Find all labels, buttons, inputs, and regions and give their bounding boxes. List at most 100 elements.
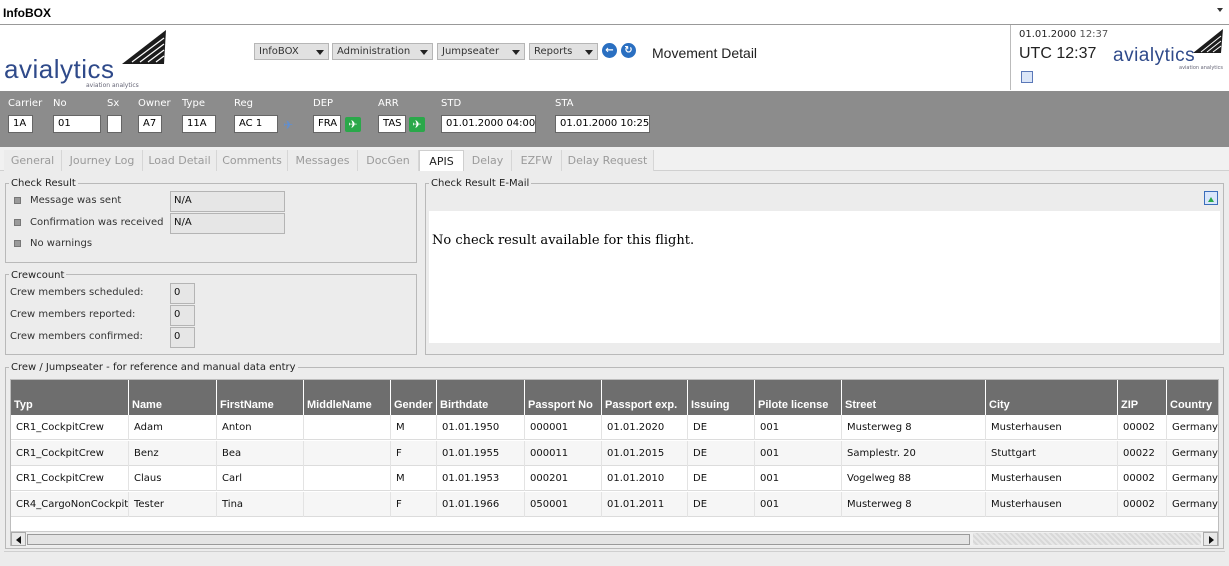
cell-pilote-license[interactable]: 001 [755,491,842,517]
cell-zip[interactable]: 00002 [1118,491,1167,517]
cell-country[interactable]: Germany [1167,415,1218,440]
sta-field[interactable]: 01.01.2000 10:25 [555,115,650,133]
cell-firstname[interactable]: Anton [217,415,304,440]
cell-pilote-license[interactable]: 001 [755,466,842,491]
reg-field[interactable]: AC 1 [234,115,278,133]
cell-issuing[interactable]: DE [688,491,755,517]
cell-issuing[interactable]: DE [688,466,755,491]
col-pilote-license[interactable]: Pilote license [755,380,842,415]
scroll-right-icon[interactable] [1203,532,1218,546]
cell-country[interactable]: Germany [1167,466,1218,491]
cell-zip[interactable]: 00002 [1118,466,1167,491]
arr-field[interactable]: TAS [378,115,406,133]
menu-administration[interactable]: Administration [332,43,433,60]
menu-infobox[interactable]: InfoBOX [254,43,329,60]
cell-birthdate[interactable]: 01.01.1950 [437,415,525,440]
cell-name[interactable]: Adam [129,415,217,440]
tab-ezfw[interactable]: EZFW [512,150,562,171]
cell-passport-exp[interactable]: 01.01.2010 [602,466,688,491]
cell-passport-exp[interactable]: 01.01.2011 [602,491,688,517]
tab-load-detail[interactable]: Load Detail [143,150,217,171]
table-row[interactable]: CR1_CockpitCrew Adam Anton M 01.01.1950 00000… [11,415,1218,440]
cell-firstname[interactable]: Carl [217,466,304,491]
cell-name[interactable]: Benz [129,440,217,466]
cell-zip[interactable]: 00022 [1118,440,1167,466]
cell-city[interactable]: Musterhausen [986,415,1118,440]
tab-delay-request[interactable]: Delay Request [562,150,654,171]
cell-birthdate[interactable]: 01.01.1966 [437,491,525,517]
col-zip[interactable]: ZIP [1118,380,1167,415]
col-country[interactable]: Country [1167,380,1218,415]
cell-pilote-license[interactable]: 001 [755,415,842,440]
menu-reports[interactable]: Reports [529,43,598,60]
aircraft-icon[interactable]: ✈ [283,118,293,132]
cell-passport-exp[interactable]: 01.01.2015 [602,440,688,466]
cell-birthdate[interactable]: 01.01.1955 [437,440,525,466]
cell-city[interactable]: Musterhausen [986,491,1118,517]
arrival-plane-icon[interactable]: ✈ [409,117,425,132]
cell-birthdate[interactable]: 01.01.1953 [437,466,525,491]
cell-city[interactable]: Musterhausen [986,466,1118,491]
cell-typ[interactable]: CR1_CockpitCrew [11,440,129,466]
crew-table-horizontal-scrollbar[interactable] [11,531,1218,546]
cell-street[interactable]: Samplestr. 20 [842,440,986,466]
tab-comments[interactable]: Comments [217,150,288,171]
col-passport-exp[interactable]: Passport exp. [602,380,688,415]
std-field[interactable]: 01.01.2000 04:00 [441,115,536,133]
cell-gender[interactable]: M [391,466,437,491]
table-row[interactable]: CR1_CockpitCrew Claus Carl M 01.01.1953 00020… [11,466,1218,491]
departure-plane-icon[interactable]: ✈ [345,117,361,132]
cell-street[interactable]: Vogelweg 88 [842,466,986,491]
cell-typ[interactable]: CR1_CockpitCrew [11,466,129,491]
col-gender[interactable]: Gender [391,380,437,415]
type-field[interactable]: 11A [182,115,216,133]
cell-street[interactable]: Musterweg 8 [842,491,986,517]
cell-issuing[interactable]: DE [688,415,755,440]
export-icon[interactable] [1204,191,1218,205]
cell-pilote-license[interactable]: 001 [755,440,842,466]
cell-gender[interactable]: F [391,440,437,466]
scrollbar-thumb[interactable] [27,534,970,545]
dep-field[interactable]: FRA [313,115,341,133]
cell-name[interactable]: Tester [129,491,217,517]
tab-apis[interactable]: APIS [419,150,464,171]
col-name[interactable]: Name [129,380,217,415]
cell-passport-no[interactable]: 000011 [525,440,602,466]
cell-country[interactable]: Germany [1167,492,1218,517]
table-row[interactable]: CR4_CargoNonCockpit Tester Tina F 01.01.1966… [11,491,1218,517]
col-firstname[interactable]: FirstName [217,380,304,415]
cell-city[interactable]: Stuttgart [986,440,1118,466]
col-city[interactable]: City [986,380,1118,415]
cell-country[interactable]: Germany [1167,441,1218,466]
scroll-left-icon[interactable] [11,532,26,546]
owner-field[interactable]: A7 [138,115,162,133]
col-issuing[interactable]: Issuing [688,380,755,415]
tab-delay[interactable]: Delay [464,150,512,171]
cell-passport-no[interactable]: 000201 [525,466,602,491]
cell-zip[interactable]: 00002 [1118,415,1167,440]
refresh-icon[interactable]: ↻ [621,43,636,58]
col-street[interactable]: Street [842,380,986,415]
window-menu-caret-icon[interactable] [1217,8,1223,12]
cell-middlename[interactable] [304,415,391,440]
carrier-field[interactable]: 1A [8,115,33,133]
cell-gender[interactable]: M [391,415,437,440]
table-row[interactable]: CR1_CockpitCrew Benz Bea F 01.01.1955 000011 0… [11,440,1218,466]
cell-passport-exp[interactable]: 01.01.2020 [602,415,688,440]
col-middlename[interactable]: MiddleName [304,380,391,415]
cell-issuing[interactable]: DE [688,440,755,466]
tab-general[interactable]: General [4,150,62,171]
col-birthdate[interactable]: Birthdate [437,380,525,415]
tab-journey-log[interactable]: Journey Log [62,150,143,171]
cell-middlename[interactable] [304,491,391,517]
cell-middlename[interactable] [304,466,391,491]
sx-field[interactable] [107,115,122,133]
cell-firstname[interactable]: Tina [217,491,304,517]
cell-middlename[interactable] [304,440,391,466]
col-typ[interactable]: Typ [11,380,129,415]
cell-name[interactable]: Claus [129,466,217,491]
cell-gender[interactable]: F [391,491,437,517]
cell-passport-no[interactable]: 050001 [525,491,602,517]
col-passport-no[interactable]: Passport No [525,380,602,415]
cell-typ[interactable]: CR4_CargoNonCockpit [11,491,129,517]
